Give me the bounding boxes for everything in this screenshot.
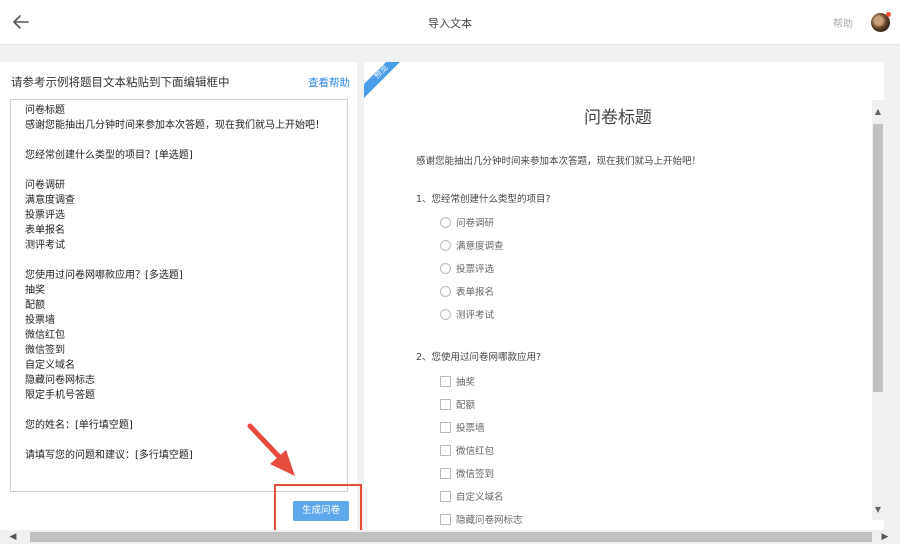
question-2-title: 2、您使用过问卷网哪款应用? <box>416 352 542 363</box>
q2-option-5[interactable]: 微信签到 <box>440 466 494 480</box>
horizontal-scrollbar[interactable]: ◀ ▶ <box>0 530 900 544</box>
q1-option-3[interactable]: 投票评选 <box>440 261 494 275</box>
preview-ribbon: 预览 <box>364 62 400 98</box>
survey-title: 问卷标题 <box>584 108 652 128</box>
annotation-highlight-box <box>274 484 362 535</box>
q2-option-1[interactable]: 抽奖 <box>440 374 475 388</box>
radio-icon <box>440 285 451 297</box>
radio-icon <box>440 239 451 251</box>
view-help-link[interactable]: 查看帮助 <box>308 75 350 90</box>
help-link[interactable]: 帮助 <box>833 15 853 30</box>
q1-option-4[interactable]: 表单报名 <box>440 284 494 298</box>
q1-option-5[interactable]: 测评考试 <box>440 307 494 321</box>
q2-option-3[interactable]: 投票墙 <box>440 420 485 434</box>
checkbox-icon <box>440 467 451 479</box>
q1-option-1[interactable]: 问卷调研 <box>440 215 494 229</box>
question-1-title: 1、您经常创建什么类型的项目? <box>416 194 551 205</box>
radio-icon <box>440 308 451 320</box>
q1-option-2[interactable]: 满意度调查 <box>440 238 504 252</box>
checkbox-icon <box>440 398 451 410</box>
horizontal-scroll-thumb[interactable] <box>30 532 872 542</box>
annotation-arrow-icon <box>247 423 295 476</box>
q2-option-6[interactable]: 自定义域名 <box>440 489 504 503</box>
radio-icon <box>440 262 451 274</box>
vertical-scrollbar[interactable]: ▲ ▼ <box>872 100 884 520</box>
scroll-right-icon[interactable]: ▶ <box>878 530 892 544</box>
scroll-left-icon[interactable]: ◀ <box>6 530 20 544</box>
notification-dot <box>886 12 891 17</box>
survey-description: 感谢您能抽出几分钟时间来参加本次答题，现在我们就马上开始吧！ <box>416 156 702 167</box>
checkbox-icon <box>440 490 451 502</box>
page-title: 导入文本 <box>428 17 472 30</box>
vertical-scroll-thumb[interactable] <box>873 124 883 392</box>
radio-icon <box>440 216 451 228</box>
checkbox-icon <box>440 421 451 433</box>
scroll-down-icon[interactable]: ▼ <box>872 504 884 516</box>
checkbox-icon <box>440 375 451 387</box>
preview-panel: 预览 问卷标题 感谢您能抽出几分钟时间来参加本次答题，现在我们就马上开始吧！ 1… <box>364 62 884 534</box>
checkbox-icon <box>440 513 451 525</box>
scroll-up-icon[interactable]: ▲ <box>872 106 884 118</box>
q2-option-4[interactable]: 微信红包 <box>440 443 494 457</box>
q2-option-7[interactable]: 隐藏问卷网标志 <box>440 512 523 526</box>
q2-option-2[interactable]: 配额 <box>440 397 475 411</box>
top-bar: 导入文本 帮助 <box>0 0 900 45</box>
instruction-text: 请参考示例将题目文本粘贴到下面编辑框中 <box>11 75 230 89</box>
checkbox-icon <box>440 444 451 456</box>
